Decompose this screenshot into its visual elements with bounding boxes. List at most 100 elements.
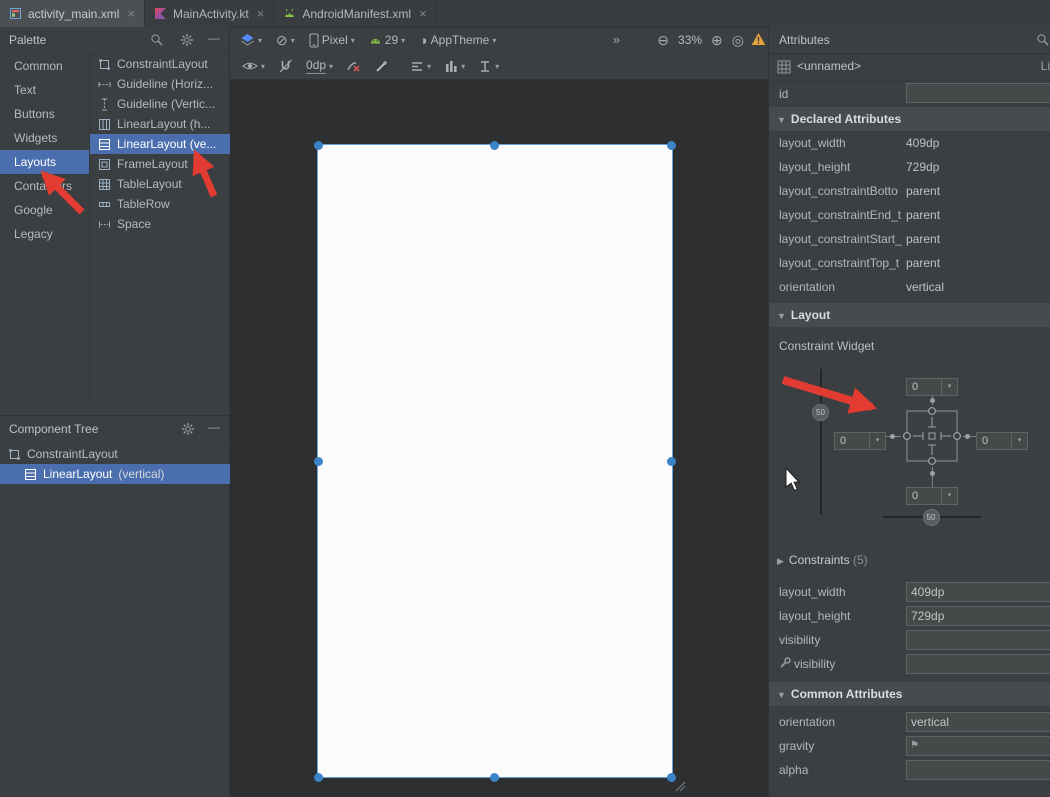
- id-row: id: [769, 80, 1050, 107]
- tab-androidmanifest-xml[interactable]: AndroidManifest.xml ×: [274, 0, 436, 27]
- palette-item-tablerow[interactable]: TableRow: [90, 194, 230, 214]
- palette-item-constraintlayout[interactable]: ConstraintLayout: [90, 54, 230, 74]
- close-icon[interactable]: ×: [419, 6, 427, 21]
- margin-right-combo[interactable]: 0▾: [976, 432, 1028, 450]
- layout-width-input[interactable]: [906, 582, 1050, 602]
- id-input[interactable]: [906, 83, 1050, 103]
- vertical-bias-slider[interactable]: [820, 369, 822, 514]
- palette-category-widgets[interactable]: Widgets: [0, 126, 89, 150]
- attr-row[interactable]: layout_constraintStart_parent: [769, 227, 1050, 251]
- close-icon[interactable]: ×: [257, 6, 265, 21]
- palette-category-buttons[interactable]: Buttons: [0, 102, 89, 126]
- selection-handle-top-left[interactable]: [314, 141, 323, 150]
- selection-handle-bottom-center[interactable]: [490, 773, 499, 782]
- palette-item-guideline-horizontal[interactable]: Guideline (Horiz...: [90, 74, 230, 94]
- attr-row[interactable]: layout_constraintEnd_tparent: [769, 203, 1050, 227]
- constraints-section[interactable]: ▶Constraints (5): [769, 548, 1050, 572]
- attr-row[interactable]: layout_constraintBottoparent: [769, 179, 1050, 203]
- api-selector[interactable]: 29 ▾: [369, 33, 405, 47]
- autoconnect-button[interactable]: [278, 59, 293, 73]
- toolbar-overflow[interactable]: »: [613, 32, 620, 47]
- selection-handle-top-right[interactable]: [667, 141, 676, 150]
- warnings-button[interactable]: [751, 32, 766, 46]
- horizontal-bias-knob[interactable]: 50: [923, 509, 940, 526]
- flag-icon[interactable]: ⚑: [910, 740, 919, 751]
- theme-selector[interactable]: ◑ AppTheme ▾: [419, 33, 496, 47]
- palette-item-tablelayout[interactable]: TableLayout: [90, 174, 230, 194]
- visibility-input[interactable]: [906, 630, 1050, 650]
- close-icon[interactable]: ×: [127, 6, 135, 21]
- margin-left-combo[interactable]: 0▾: [834, 432, 886, 450]
- widget-dot: [930, 471, 935, 476]
- tools-visibility-input[interactable]: [906, 654, 1050, 674]
- linearlayout-canvas[interactable]: [318, 145, 672, 777]
- chevron-right-icon: ▶: [777, 556, 784, 566]
- tab-mainactivity-kt[interactable]: MainActivity.kt ×: [145, 0, 274, 27]
- constraint-widget: 50 0▾ 0▾ 0▾ 0▾: [769, 357, 1050, 547]
- gravity-input[interactable]: [906, 736, 1050, 756]
- minimize-icon[interactable]: —: [208, 31, 220, 45]
- clear-constraints-button[interactable]: [346, 59, 361, 73]
- attr-row[interactable]: orientationvertical: [769, 275, 1050, 299]
- device-selector[interactable]: Pixel ▾: [309, 33, 355, 48]
- selection-handle-bottom-left[interactable]: [314, 773, 323, 782]
- palette-item-space[interactable]: Space: [90, 214, 230, 234]
- palette-category-text[interactable]: Text: [0, 78, 89, 102]
- palette-item-linearlayout-horizontal[interactable]: LinearLayout (h...: [90, 114, 230, 134]
- chevron-down-icon: ▾: [941, 488, 957, 504]
- attr-row[interactable]: layout_constraintTop_tparent: [769, 251, 1050, 275]
- palette-item-linearlayout-vertical[interactable]: LinearLayout (ve...: [90, 134, 230, 154]
- search-icon[interactable]: [150, 33, 164, 47]
- constraint-square[interactable]: [901, 405, 963, 467]
- orientation-button[interactable]: ⊘ ▾: [276, 33, 295, 47]
- attr-row[interactable]: layout_height729dp: [769, 155, 1050, 179]
- orientation-input[interactable]: [906, 712, 1050, 732]
- gear-icon[interactable]: [180, 33, 194, 47]
- section-common-attributes[interactable]: ▼Common Attributes: [769, 682, 1050, 706]
- selection-handle-right-center[interactable]: [667, 457, 676, 466]
- pack-menu-button[interactable]: ▾: [444, 60, 465, 73]
- gear-icon[interactable]: [181, 422, 195, 436]
- minimize-icon[interactable]: —: [208, 420, 220, 434]
- attr-row[interactable]: layout_width409dp: [769, 131, 1050, 155]
- design-surface-button[interactable]: ▾: [240, 33, 262, 48]
- canvas-resize-grip[interactable]: [674, 780, 686, 792]
- device-label: Pixel: [322, 33, 348, 47]
- zoom-fit-icon[interactable]: ◎: [732, 33, 744, 47]
- palette-category-legacy[interactable]: Legacy: [0, 222, 89, 246]
- palette-category-google[interactable]: Google: [0, 198, 89, 222]
- palette-category-containers[interactable]: Containers: [0, 174, 89, 198]
- palette-items: ConstraintLayout Guideline (Horiz... Gui…: [90, 54, 230, 234]
- widget-dot: [890, 434, 895, 439]
- selection-handle-top-center[interactable]: [490, 141, 499, 150]
- palette-category-common[interactable]: Common: [0, 54, 89, 78]
- layout-height-input[interactable]: [906, 606, 1050, 626]
- search-icon[interactable]: [1036, 33, 1050, 47]
- alpha-input[interactable]: [906, 760, 1050, 780]
- selection-handle-left-center[interactable]: [314, 457, 323, 466]
- section-layout[interactable]: ▼Layout: [769, 303, 1050, 327]
- guidelines-menu-button[interactable]: ▾: [478, 60, 499, 73]
- attributes-header: Attributes: [769, 27, 1050, 54]
- section-declared-attributes[interactable]: ▼Declared Attributes: [769, 107, 1050, 131]
- margin-top-combo[interactable]: 0▾: [906, 378, 958, 396]
- default-margin-selector[interactable]: 0dp ▾: [306, 58, 333, 74]
- tab-label: AndroidManifest.xml: [302, 7, 411, 21]
- margin-bottom-combo[interactable]: 0▾: [906, 487, 958, 505]
- infer-constraints-button[interactable]: [374, 59, 389, 73]
- tab-activity-main-xml[interactable]: activity_main.xml ×: [0, 0, 145, 27]
- tree-item-linearlayout[interactable]: LinearLayout(vertical): [0, 464, 254, 484]
- design-surface[interactable]: [230, 80, 768, 797]
- palette-item-framelayout[interactable]: FrameLayout: [90, 154, 230, 174]
- palette-item-label: ConstraintLayout: [117, 57, 208, 71]
- palette-category-layouts[interactable]: Layouts: [0, 150, 89, 174]
- align-menu-button[interactable]: ▾: [410, 60, 431, 73]
- attr-row: gravity ⚑: [769, 734, 1050, 758]
- tree-item-constraintlayout[interactable]: ConstraintLayout: [0, 444, 238, 464]
- zoom-out-icon[interactable]: ⊖: [657, 33, 669, 47]
- palette-item-guideline-vertical[interactable]: Guideline (Vertic...: [90, 94, 230, 114]
- vertical-bias-knob[interactable]: 50: [812, 404, 829, 421]
- attr-row: layout_height: [769, 604, 1050, 628]
- view-options-button[interactable]: ▾: [242, 60, 265, 72]
- zoom-in-icon[interactable]: ⊕: [711, 33, 723, 47]
